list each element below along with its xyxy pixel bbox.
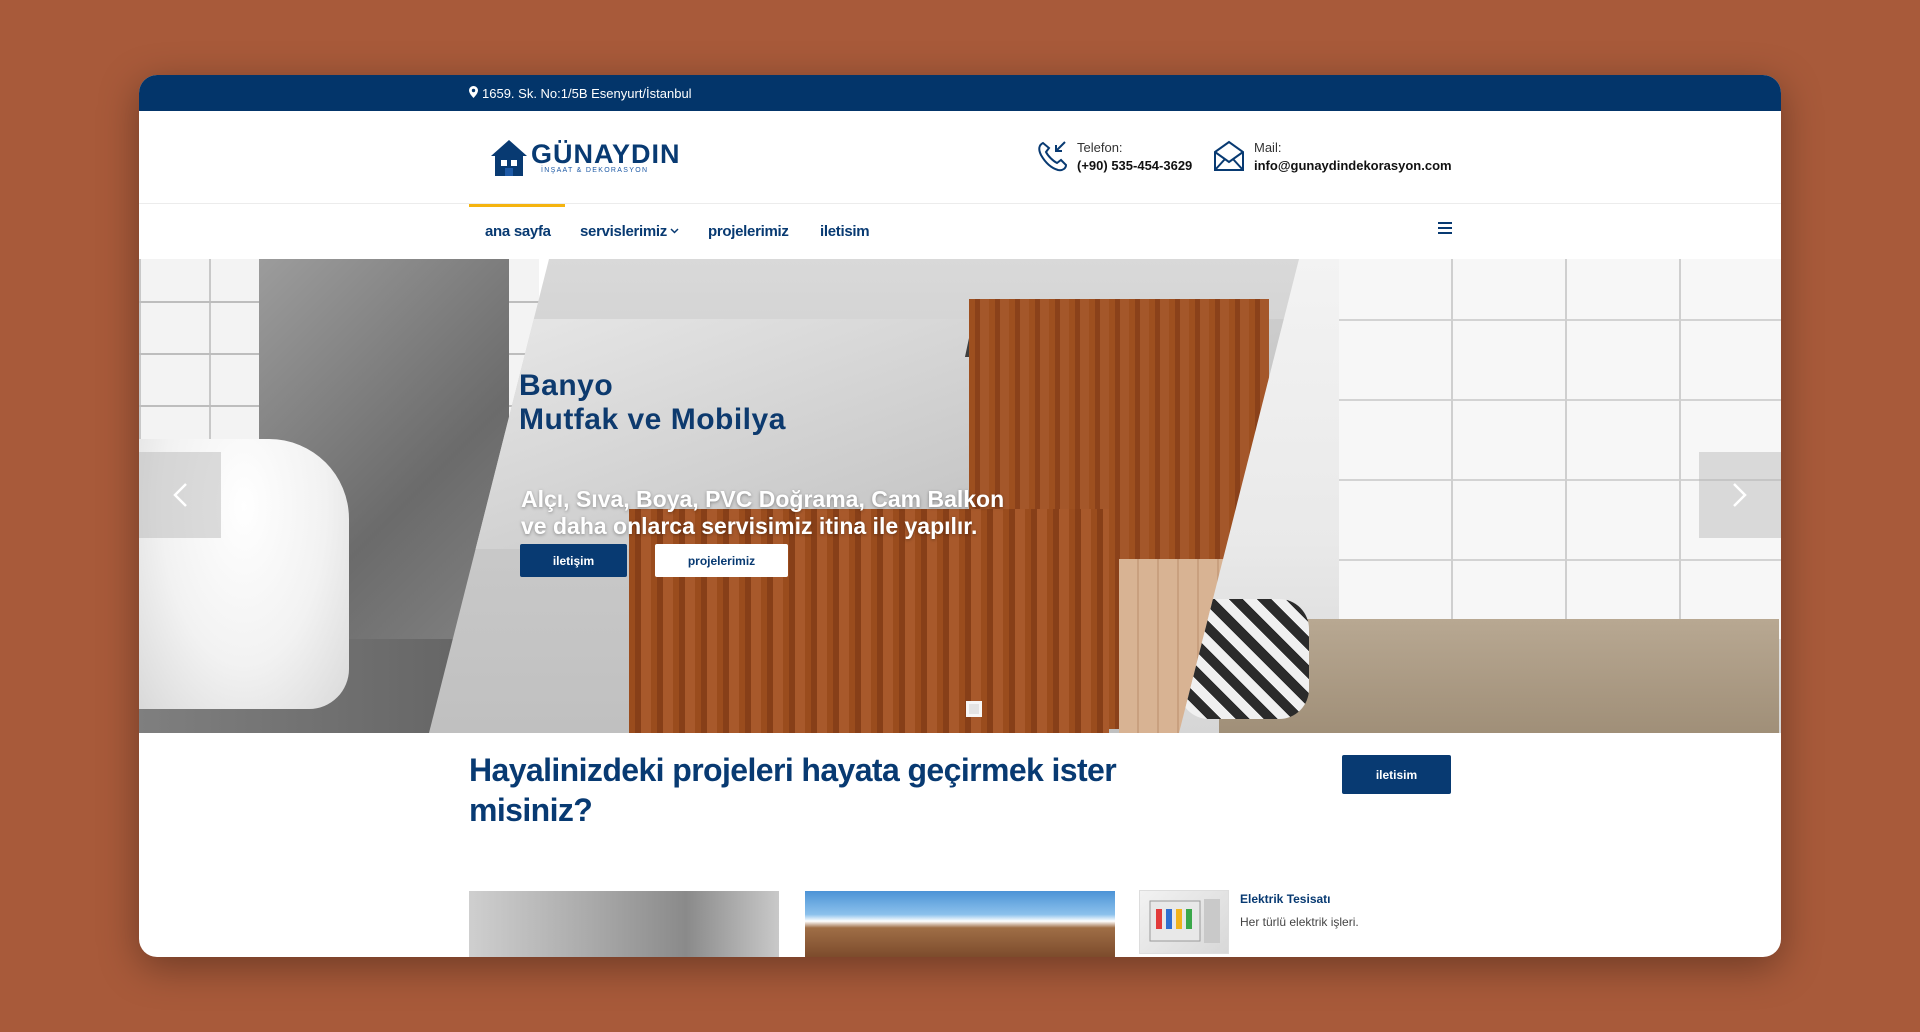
phone-label: Telefon: — [1077, 140, 1123, 155]
site-header: GÜNAYDIN İNŞAAT & DEKORASYON Telefon: (+… — [139, 111, 1781, 204]
hero-heading-line2: Mutfak ve Mobilya — [519, 403, 786, 436]
main-nav: ana sayfa servislerimiz projelerimiz ile… — [139, 204, 1781, 259]
envelope-icon — [1212, 139, 1246, 173]
roof-project-image[interactable] — [805, 891, 1115, 957]
chevron-left-icon[interactable] — [139, 452, 221, 538]
hero-subtitle-line2: ve daha onlarca servisimiz itina ile yap… — [521, 513, 978, 539]
phone-icon — [1035, 139, 1069, 173]
bathroom-project-image[interactable] — [469, 891, 779, 957]
nav-item-services[interactable]: servislerimiz — [580, 204, 679, 259]
chevron-right-icon[interactable] — [1699, 452, 1781, 538]
phone-contact[interactable]: Telefon: (+90) 535-454-3629 — [1035, 139, 1192, 175]
chevron-down-icon — [670, 226, 679, 237]
electrical-panel-icon — [1139, 890, 1229, 954]
brand-name: GÜNAYDIN — [531, 138, 681, 169]
mail-contact[interactable]: Mail: info@gunaydindekorasyon.com — [1212, 139, 1452, 175]
browser-window: 1659. Sk. No:1/5B Esenyurt/İstanbul GÜNA… — [139, 75, 1781, 957]
hero-contact-button[interactable]: iletişim — [520, 544, 627, 577]
house-logo-icon — [489, 136, 529, 178]
hero-projects-button[interactable]: projelerimiz — [655, 544, 788, 577]
hero-heading-line1: Banyo — [519, 369, 614, 402]
slider-dot[interactable] — [966, 701, 982, 717]
cta-contact-button[interactable]: iletisim — [1342, 755, 1451, 794]
nav-item-label: servislerimiz — [580, 223, 667, 240]
top-bar: 1659. Sk. No:1/5B Esenyurt/İstanbul — [139, 75, 1781, 111]
site-logo[interactable]: GÜNAYDIN İNŞAAT & DEKORASYON — [489, 136, 681, 178]
service-title[interactable]: Elektrik Tesisatı — [1240, 892, 1331, 906]
location-pin-icon — [469, 85, 478, 101]
phone-value: (+90) 535-454-3629 — [1077, 158, 1193, 173]
address-text: 1659. Sk. No:1/5B Esenyurt/İstanbul — [482, 85, 692, 101]
hamburger-icon[interactable] — [1438, 222, 1452, 234]
cta-title: Hayalinizdeki projeleri hayata geçirmek … — [469, 752, 1117, 828]
mail-value: info@gunaydindekorasyon.com — [1254, 158, 1452, 173]
nav-item-label: ana sayfa — [485, 223, 551, 240]
cta-section: Hayalinizdeki projeleri hayata geçirmek … — [139, 733, 1781, 957]
service-description: Her türlü elektrik işleri. — [1240, 915, 1359, 929]
nav-item-label: iletisim — [820, 223, 870, 240]
nav-item-home[interactable]: ana sayfa — [469, 204, 565, 259]
hero-subtitle-line1: Alçı, Sıva, Boya, PVC Doğrama, Cam Balko… — [521, 486, 1005, 512]
nav-item-projects[interactable]: projelerimiz — [708, 204, 789, 259]
nav-item-label: projelerimiz — [708, 223, 789, 240]
hero-slider: Banyo Mutfak ve Mobilya Alçı, Sıva, Boya… — [139, 259, 1781, 733]
mail-label: Mail: — [1254, 140, 1282, 155]
nav-item-contact[interactable]: iletisim — [820, 204, 870, 259]
